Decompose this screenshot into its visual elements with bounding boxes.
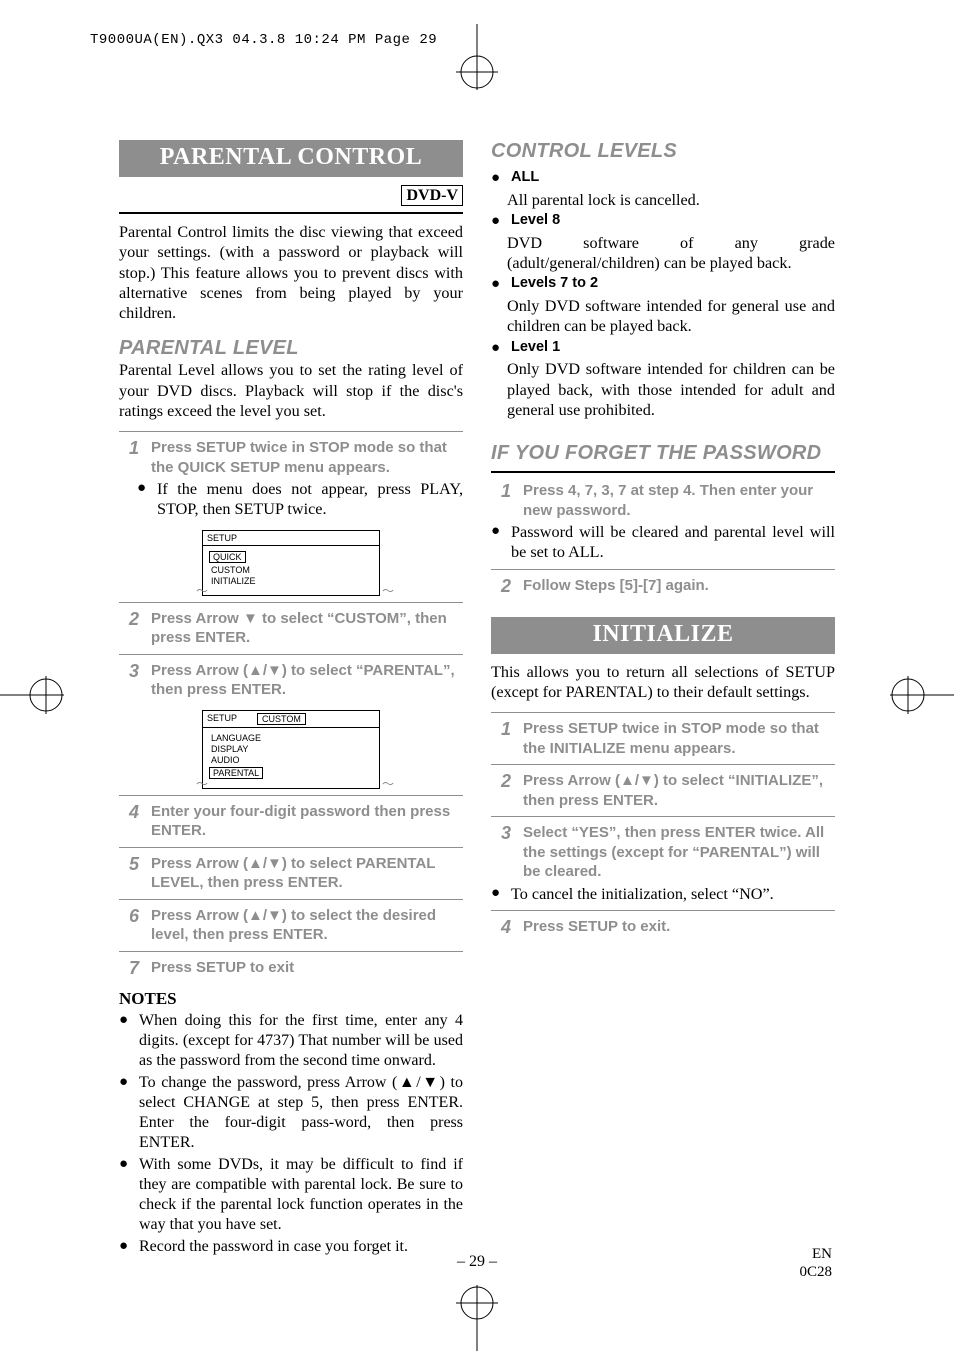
- step-text: Press SETUP to exit: [151, 958, 463, 979]
- note-item: With some DVDs, it may be difficult to f…: [139, 1155, 463, 1235]
- level-label: Level 8: [511, 212, 560, 231]
- rule: [491, 816, 835, 817]
- rule: [491, 569, 835, 570]
- bullet-icon: ●: [491, 339, 503, 358]
- print-header-line: T9000UA(EN).QX3 04.3.8 10:24 PM Page 29: [90, 32, 437, 48]
- rule: [491, 764, 835, 765]
- rule: [491, 471, 835, 473]
- bullet-icon: ●: [119, 1011, 131, 1071]
- step-number: 4: [119, 802, 139, 841]
- bullet-icon: ●: [491, 884, 503, 904]
- parental-control-intro: Parental Control limits the disc viewing…: [119, 222, 463, 323]
- rule: [491, 712, 835, 713]
- level-text: Only DVD software intended for children …: [507, 359, 835, 420]
- section-title-parental-control: PARENTAL CONTROL: [119, 140, 463, 177]
- right-column: CONTROL LEVELS ● ALL All parental lock is…: [491, 140, 835, 1259]
- bullet-icon: ●: [119, 1155, 131, 1235]
- step-text: Press Arrow ▼ to select “CUSTOM”, then p…: [151, 609, 463, 648]
- osd-crumb: SETUP: [207, 533, 237, 543]
- step-number: 4: [491, 917, 511, 938]
- footer-lang: EN: [799, 1245, 832, 1263]
- step-text: Press Arrow (▲/▼) to select the desired …: [151, 906, 463, 945]
- rule: [119, 654, 463, 655]
- parental-level-intro: Parental Level allows you to set the rat…: [119, 360, 463, 421]
- left-column: PARENTAL CONTROL DVD-V Parental Control …: [119, 140, 463, 1259]
- rule: [119, 602, 463, 603]
- bullet-icon: ●: [491, 522, 503, 563]
- rule: [119, 899, 463, 900]
- osd-item: QUICK: [209, 551, 246, 563]
- osd-item: CUSTOM: [209, 565, 373, 575]
- step-number: 2: [119, 609, 139, 648]
- step-text: Press Arrow (▲/▼) to select “INITIALIZE”…: [523, 771, 835, 810]
- footer: – 29 – EN 0C28: [0, 1253, 954, 1271]
- crop-mark-right: [884, 670, 954, 720]
- osd-item: AUDIO: [209, 755, 373, 765]
- osd-item: INITIALIZE: [209, 576, 373, 586]
- crop-mark-left: [0, 670, 70, 720]
- rule: [119, 951, 463, 952]
- section-title-initialize: INITIALIZE: [491, 617, 835, 654]
- step-number: 1: [491, 719, 511, 758]
- subhead-control-levels: CONTROL LEVELS: [491, 140, 835, 163]
- osd-item: PARENTAL: [209, 767, 263, 779]
- step-number: 5: [119, 854, 139, 893]
- step-number: 7: [119, 958, 139, 979]
- crop-mark-bottom: [442, 1281, 512, 1351]
- level-label: Levels 7 to 2: [511, 275, 598, 294]
- osd-setup-menu-2: SETUP CUSTOM LANGUAGE DISPLAY AUDIO PAREN…: [202, 710, 380, 789]
- step1-note: If the menu does not appear, press PLAY,…: [157, 479, 463, 520]
- bullet-icon: ●: [491, 275, 503, 294]
- rule: [119, 431, 463, 432]
- rule: [119, 795, 463, 796]
- step-number: 6: [119, 906, 139, 945]
- level-text: DVD software of any grade (adult/general…: [507, 233, 835, 274]
- osd-crumb: CUSTOM: [257, 713, 306, 725]
- initialize-intro: This allows you to return all selections…: [491, 662, 835, 703]
- level-label: ALL: [511, 169, 539, 188]
- note-item: When doing this for the first time, ente…: [139, 1011, 463, 1071]
- step-text: Press Arrow (▲/▼) to select “PARENTAL”, …: [151, 661, 463, 700]
- level-text: Only DVD software intended for general u…: [507, 296, 835, 337]
- step-number: 1: [119, 438, 139, 477]
- note-item: To change the password, press Arrow (▲/▼…: [139, 1073, 463, 1153]
- osd-item: DISPLAY: [209, 744, 373, 754]
- bullet-icon: ●: [137, 479, 149, 520]
- forgot-note: Password will be cleared and parental le…: [511, 522, 835, 563]
- step-text: Enter your four-digit password then pres…: [151, 802, 463, 841]
- step-number: 3: [491, 823, 511, 882]
- step-number: 2: [491, 771, 511, 810]
- footer-code: 0C28: [799, 1263, 832, 1281]
- rule: [119, 212, 463, 214]
- osd-setup-menu-1: SETUP QUICK CUSTOM INITIALIZE 〜〜: [202, 530, 380, 596]
- dvd-v-badge: DVD-V: [401, 185, 463, 206]
- step-number: 1: [491, 481, 511, 520]
- level-label: Level 1: [511, 339, 560, 358]
- bullet-icon: ●: [491, 169, 503, 188]
- osd-crumb: SETUP: [207, 713, 237, 725]
- step-text: Press 4, 7, 3, 7 at step 4. Then enter y…: [523, 481, 835, 520]
- crop-mark-top: [442, 24, 512, 94]
- bullet-icon: ●: [491, 212, 503, 231]
- rule: [119, 847, 463, 848]
- step-number: 3: [119, 661, 139, 700]
- rule: [491, 910, 835, 911]
- level-text: All parental lock is cancelled.: [507, 190, 835, 210]
- step-text: Press SETUP to exit.: [523, 917, 835, 938]
- step-text: Follow Steps [5]-[7] again.: [523, 576, 835, 597]
- bullet-icon: ●: [119, 1073, 131, 1153]
- notes-heading: NOTES: [119, 989, 463, 1009]
- step-text: Press SETUP twice in STOP mode so that t…: [523, 719, 835, 758]
- step-text: Press Arrow (▲/▼) to select PARENTAL LEV…: [151, 854, 463, 893]
- subhead-parental-level: PARENTAL LEVEL: [119, 337, 463, 360]
- step-text: Press SETUP twice in STOP mode so that t…: [151, 438, 463, 477]
- subhead-forgot-password: IF YOU FORGET THE PASSWORD: [491, 442, 835, 465]
- step-text: Select “YES”, then press ENTER twice. Al…: [523, 823, 835, 882]
- osd-item: LANGUAGE: [209, 733, 373, 743]
- step-number: 2: [491, 576, 511, 597]
- init-note: To cancel the initialization, select “NO…: [511, 884, 835, 904]
